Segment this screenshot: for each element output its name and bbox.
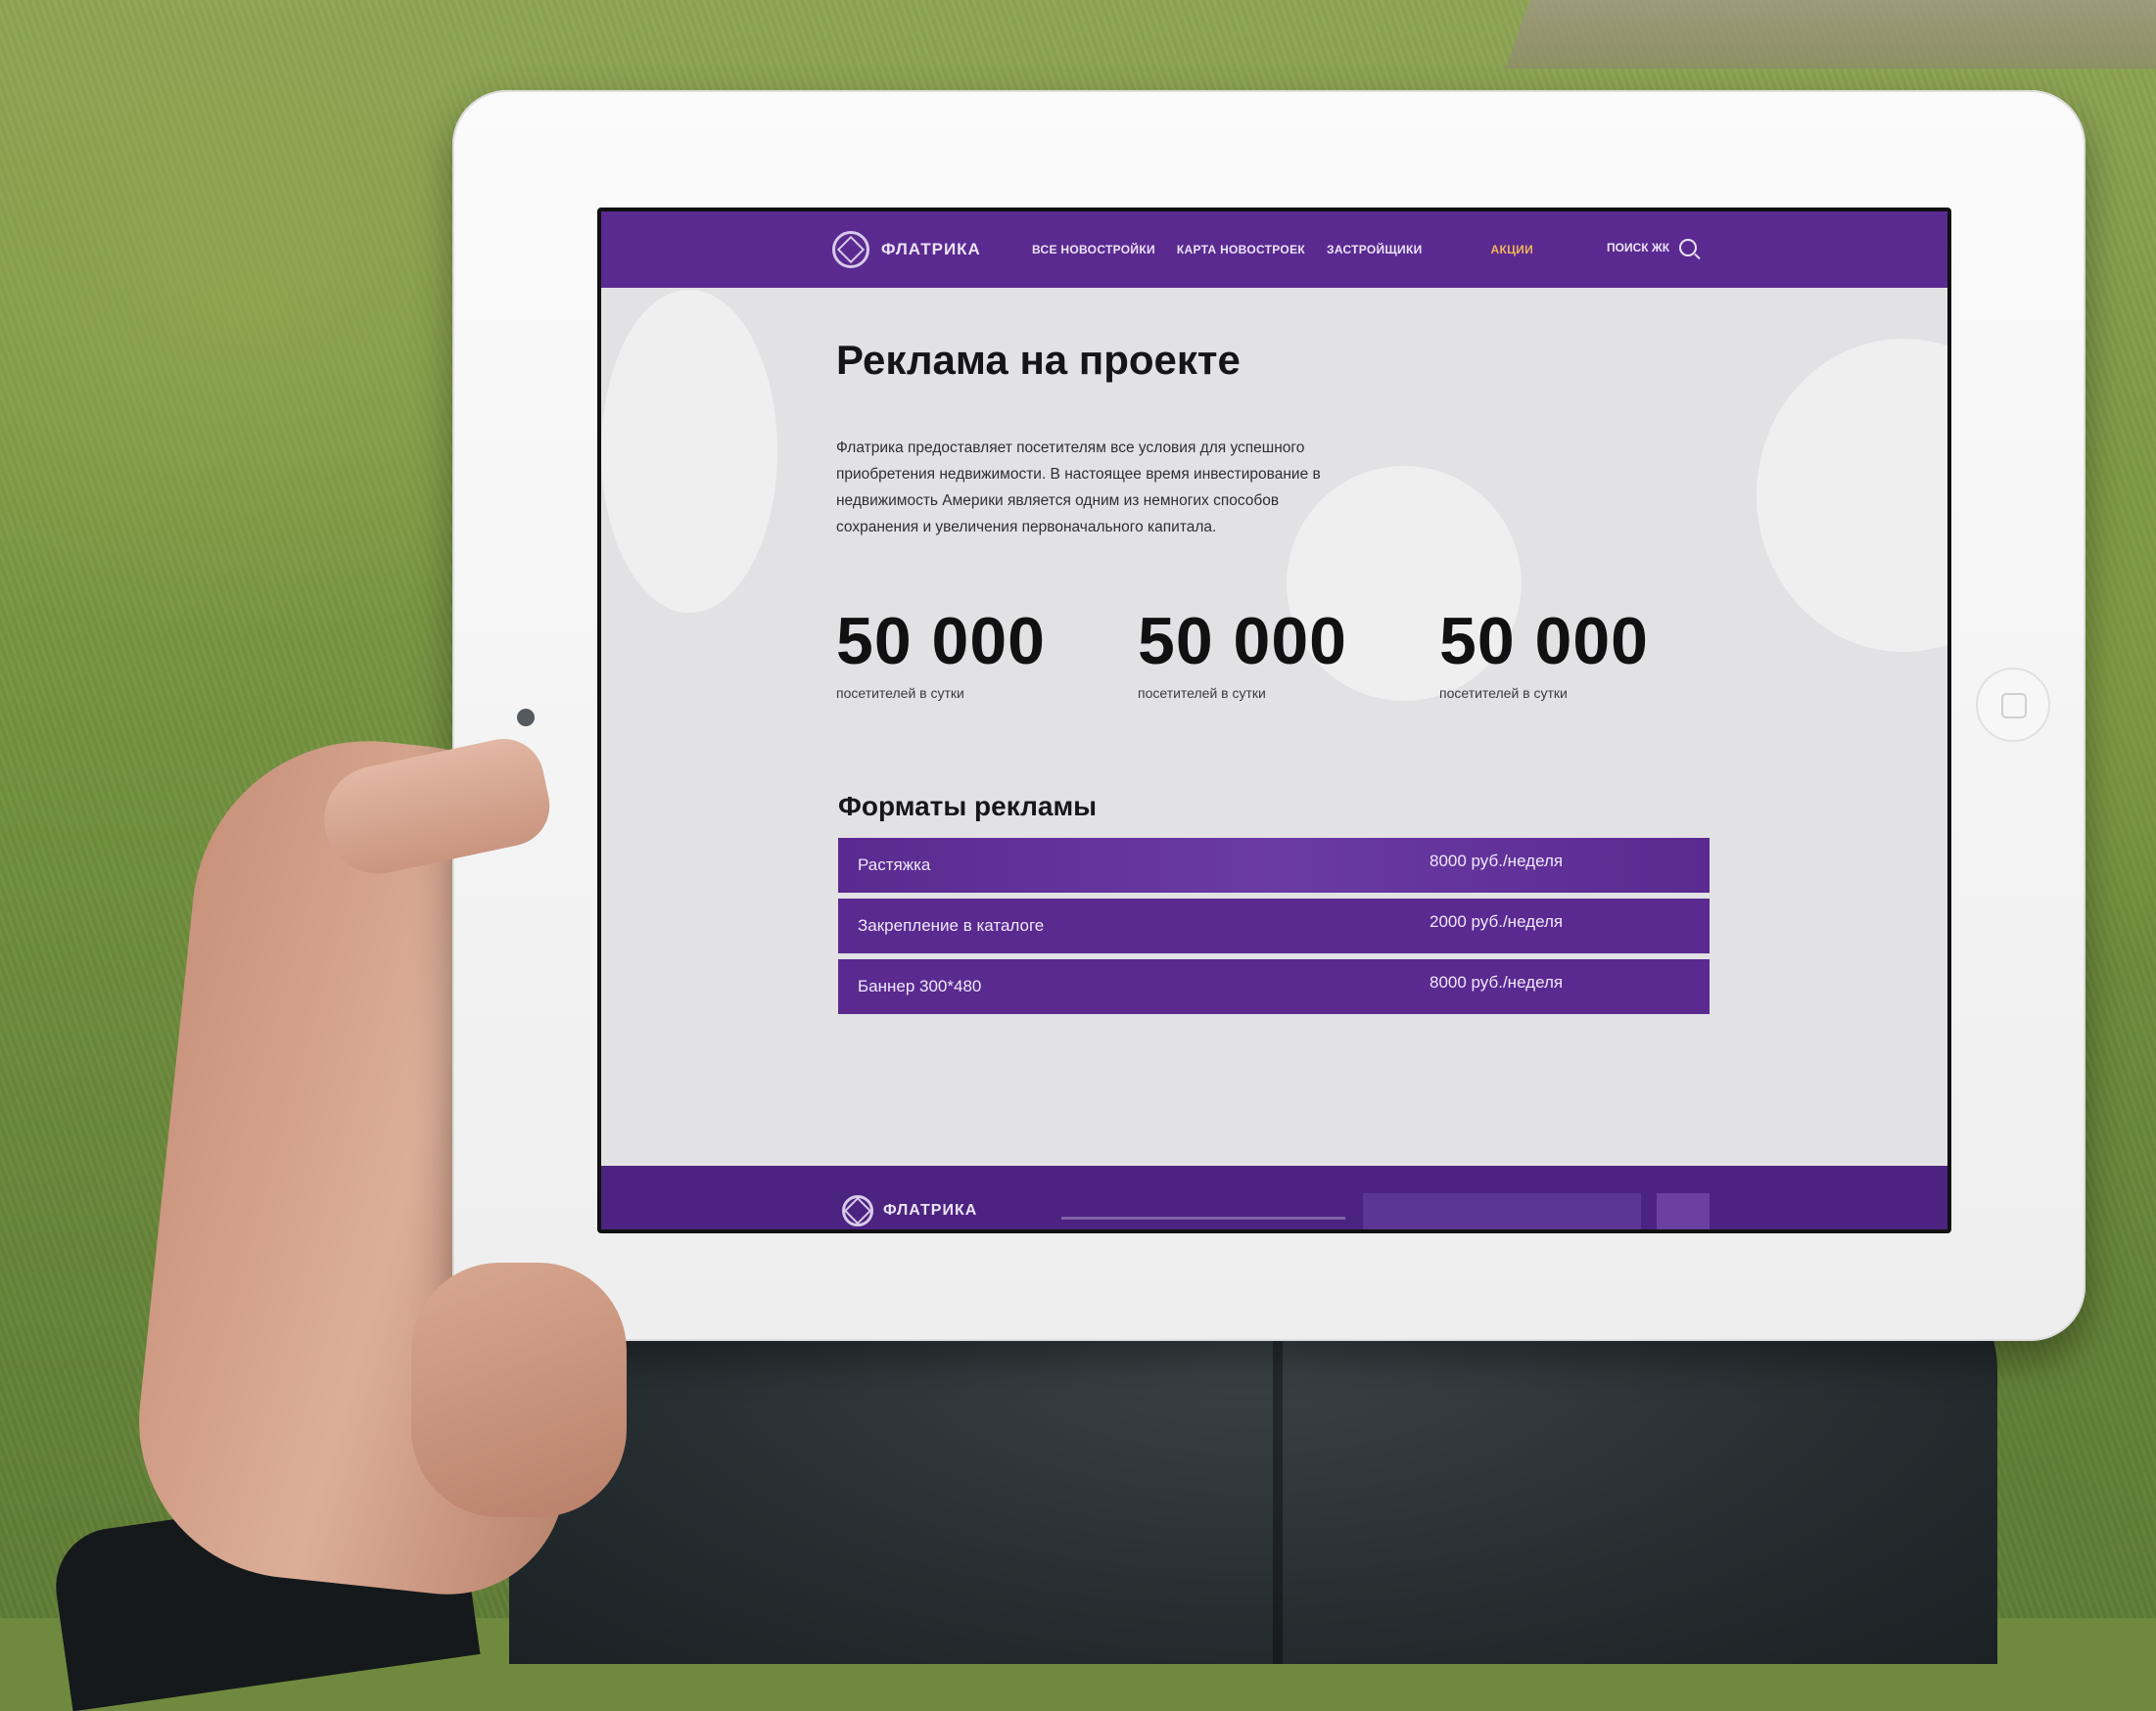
nav-new-buildings-map[interactable]: КАРТА НОВОСТРОЕК — [1177, 243, 1305, 256]
format-row[interactable]: Растяжка 8000 руб./неделя — [838, 838, 1710, 893]
footer-submit-button[interactable] — [1657, 1193, 1710, 1229]
page-title: Реклама на проекте — [836, 337, 1241, 383]
footer-logo-text: ФЛАТРИКА — [883, 1202, 978, 1219]
logo-text: ФЛАТРИКА — [881, 240, 981, 258]
footer-logo[interactable]: ФЛАТРИКА — [842, 1195, 977, 1226]
stat-value: 50 000 — [836, 604, 1046, 678]
stats-section: 50 000 посетителей в сутки 50 000 посети… — [836, 603, 1717, 720]
logo-icon — [832, 231, 869, 268]
footer-input[interactable] — [1363, 1193, 1641, 1229]
tablet-camera — [517, 709, 535, 726]
intro-text: Флатрика предоставляет посетителям все у… — [836, 439, 1321, 535]
formats-list: Растяжка 8000 руб./неделя Закрепление в … — [838, 838, 1710, 1020]
tablet-home-button[interactable] — [1976, 668, 2050, 742]
stat-item: 50 000 посетителей в сутки — [1138, 603, 1422, 701]
nav-developers[interactable]: ЗАСТРОЙЩИКИ — [1327, 243, 1423, 256]
stat-item: 50 000 посетителей в сутки — [1439, 603, 1723, 701]
stat-label: посетителей в сутки — [1439, 685, 1568, 701]
tablet-screen: ФЛАТРИКА ВСЕ НОВОСТРОЙКИ КАРТА НОВОСТРОЕ… — [597, 208, 1951, 1233]
formats-title: Форматы рекламы — [838, 791, 1098, 821]
tablet-device: ФЛАТРИКА ВСЕ НОВОСТРОЙКИ КАРТА НОВОСТРОЕ… — [452, 90, 2086, 1341]
format-name: Растяжка — [858, 856, 931, 874]
home-button-icon — [2001, 693, 2027, 718]
format-row[interactable]: Закрепление в каталоге 2000 руб./неделя — [838, 899, 1710, 953]
stat-value: 50 000 — [1138, 604, 1347, 678]
logo-icon — [842, 1195, 873, 1226]
search-label: ПОИСК ЖК — [1607, 241, 1670, 254]
search-button[interactable]: ПОИСК ЖК — [1607, 239, 1698, 256]
background-blur-shape — [601, 290, 777, 613]
stat-label: посетителей в сутки — [1138, 685, 1266, 701]
site-footer: ФЛАТРИКА — [601, 1166, 1947, 1229]
main-nav: ВСЕ НОВОСТРОЙКИ КАРТА НОВОСТРОЕК ЗАСТРОЙ… — [1032, 243, 1533, 256]
stat-item: 50 000 посетителей в сутки — [836, 603, 1120, 701]
stat-label: посетителей в сутки — [836, 685, 964, 701]
footer-link-placeholder — [1061, 1217, 1345, 1220]
format-price: 8000 руб./неделя — [1430, 852, 1564, 870]
format-row[interactable]: Баннер 300*480 8000 руб./неделя — [838, 959, 1710, 1014]
format-price: 8000 руб./неделя — [1430, 973, 1564, 992]
path-background — [1505, 0, 2156, 69]
format-name: Закрепление в каталоге — [858, 916, 1045, 935]
format-price: 2000 руб./неделя — [1430, 912, 1564, 931]
background-blur-shape — [1757, 339, 1947, 652]
nav-all-new-buildings[interactable]: ВСЕ НОВОСТРОЙКИ — [1032, 243, 1155, 256]
stat-value: 50 000 — [1439, 604, 1649, 678]
search-icon — [1679, 239, 1698, 256]
site-logo[interactable]: ФЛАТРИКА — [832, 231, 981, 268]
site-header: ФЛАТРИКА ВСЕ НОВОСТРОЙКИ КАРТА НОВОСТРОЕ… — [601, 211, 1947, 288]
format-name: Баннер 300*480 — [858, 977, 982, 995]
person-fingers — [411, 1263, 627, 1517]
nav-promotions[interactable]: АКЦИИ — [1491, 243, 1534, 256]
